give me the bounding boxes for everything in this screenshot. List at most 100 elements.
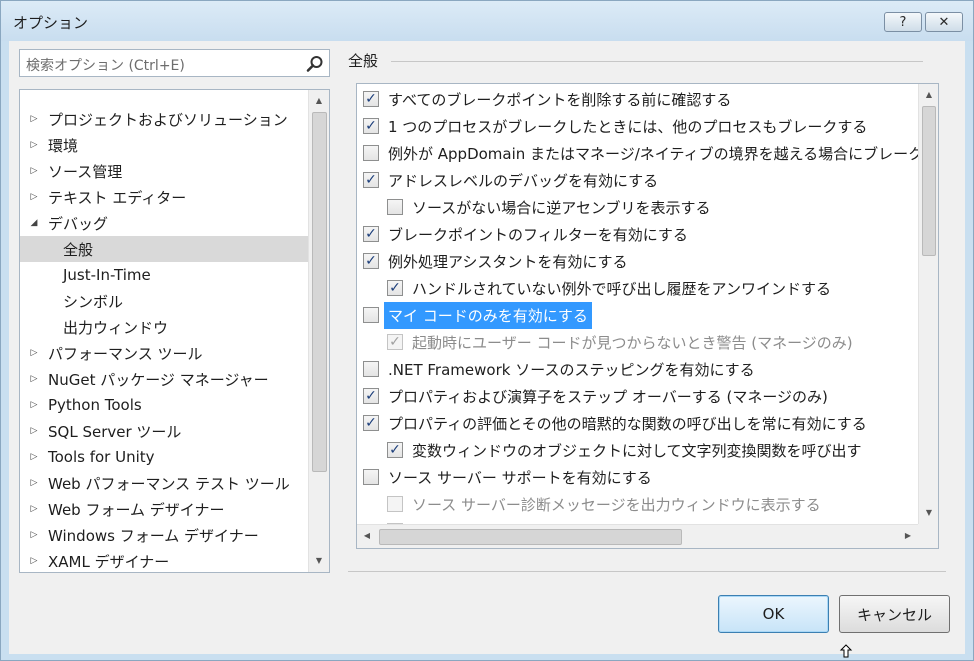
option-label[interactable]: マイ コードのみを有効にする — [384, 301, 592, 329]
collapsed-arrow-icon[interactable]: ▷ — [28, 166, 40, 176]
option-row[interactable]: 例外が AppDomain またはマネージ/ネイティブの境界を越える場合にブレー… — [363, 140, 923, 166]
option-row[interactable]: 例外処理アシスタントを有効にする — [363, 248, 628, 274]
option-label[interactable]: ブレークポイントのフィルターを有効にする — [388, 224, 688, 245]
option-label[interactable]: .NET Framework ソースのステッピングを有効にする — [388, 359, 755, 380]
option-checkbox[interactable] — [363, 307, 379, 323]
option-label[interactable]: ソース サーバー サポートを有効にする — [388, 467, 652, 488]
scroll-right-icon[interactable]: ▶ — [900, 531, 916, 540]
option-checkbox[interactable] — [363, 361, 379, 377]
tree-item[interactable]: ▷ Windows フォーム デザイナー — [20, 522, 315, 548]
option-checkbox[interactable] — [387, 199, 403, 215]
option-checkbox[interactable] — [363, 253, 379, 269]
option-label[interactable]: 例外が AppDomain またはマネージ/ネイティブの境界を越える場合にブレー… — [388, 143, 923, 164]
tree-item[interactable]: ▷ Web パフォーマンス テスト ツール — [20, 470, 315, 496]
list-vscroll-thumb[interactable] — [922, 106, 936, 256]
tree-item[interactable]: ▷ 環境 — [20, 132, 315, 158]
option-label[interactable]: プロパティの評価とその他の暗黙的な関数の呼び出しを常に有効にする — [388, 413, 867, 434]
scroll-up-icon[interactable]: ▲ — [311, 96, 327, 105]
tree-item[interactable]: 全般 — [20, 236, 329, 262]
collapsed-arrow-icon[interactable]: ▷ — [28, 478, 40, 488]
tree-item[interactable]: ▷ XAML デザイナー — [20, 548, 315, 572]
option-row[interactable]: ソース サーバー診断メッセージを出力ウィンドウに表示する — [387, 491, 821, 517]
expanded-arrow-icon[interactable]: ◢ — [28, 218, 40, 228]
list-horizontal-scrollbar[interactable]: ◀ ▶ — [357, 524, 918, 548]
tree-scroll-thumb[interactable] — [312, 112, 327, 472]
option-checkbox[interactable] — [363, 91, 379, 107]
option-checkbox[interactable] — [363, 172, 379, 188]
option-label[interactable]: すべてのブレークポイントを削除する前に確認する — [388, 89, 731, 110]
section-divider — [391, 61, 923, 62]
tree-item[interactable]: ▷ SQL Server ツール — [20, 418, 315, 444]
option-row[interactable]: ハンドルされていない例外で呼び出し履歴をアンワインドする — [387, 275, 831, 301]
option-checkbox[interactable] — [363, 388, 379, 404]
tree-item[interactable]: ▷ プロジェクトおよびソリューション — [20, 106, 315, 132]
option-row[interactable]: 変数ウィンドウのオブジェクトに対して文字列変換関数を呼び出す — [387, 437, 862, 463]
option-row[interactable]: 1 つのプロセスがブレークしたときには、他のプロセスもブレークする — [363, 113, 867, 139]
collapsed-arrow-icon[interactable]: ▷ — [28, 556, 40, 566]
tree-item[interactable]: ◢ デバッグ — [20, 210, 315, 236]
tree-item-label: プロジェクトおよびソリューション — [48, 110, 288, 129]
tree-item[interactable]: シンボル — [20, 288, 329, 314]
list-hscroll-thumb[interactable] — [379, 529, 682, 545]
collapsed-arrow-icon[interactable]: ▷ — [28, 530, 40, 540]
option-row[interactable]: ソースがない場合に逆アセンブリを表示する — [387, 194, 711, 220]
option-row[interactable]: ソース サーバー サポートを有効にする — [363, 464, 652, 490]
close-button[interactable]: ✕ — [925, 12, 963, 32]
tree-item-label: Windows フォーム デザイナー — [48, 526, 259, 545]
scroll-down-icon[interactable]: ▼ — [921, 508, 937, 517]
option-row[interactable]: すべてのブレークポイントを削除する前に確認する — [363, 86, 731, 112]
collapsed-arrow-icon[interactable]: ▷ — [28, 348, 40, 358]
tree-item[interactable]: ▷ テキスト エディター — [20, 184, 315, 210]
collapsed-arrow-icon[interactable]: ▷ — [28, 140, 40, 150]
option-label[interactable]: プロパティおよび演算子をステップ オーバーする (マネージのみ) — [388, 386, 828, 407]
tree-item[interactable]: ▷ Tools for Unity — [20, 444, 315, 470]
option-row[interactable]: .NET Framework ソースのステッピングを有効にする — [363, 356, 755, 382]
tree-item[interactable]: Just-In-Time — [20, 262, 329, 288]
scroll-left-icon[interactable]: ◀ — [359, 531, 375, 540]
tree-item[interactable]: ▷ ソース管理 — [20, 158, 315, 184]
option-label[interactable]: 例外処理アシスタントを有効にする — [388, 251, 628, 272]
option-label[interactable]: 1 つのプロセスがブレークしたときには、他のプロセスもブレークする — [388, 116, 867, 137]
option-row[interactable]: 起動時にユーザー コードが見つからないとき警告 (マネージのみ) — [387, 329, 853, 355]
scroll-down-icon[interactable]: ▼ — [311, 556, 327, 565]
list-vertical-scrollbar[interactable]: ▲ ▼ — [918, 84, 938, 524]
collapsed-arrow-icon[interactable]: ▷ — [28, 452, 40, 462]
option-checkbox[interactable] — [363, 118, 379, 134]
tree-item[interactable]: ▷ パフォーマンス ツール — [20, 340, 315, 366]
collapsed-arrow-icon[interactable]: ▷ — [28, 192, 40, 202]
option-checkbox[interactable] — [363, 469, 379, 485]
tree-item[interactable]: 出力ウィンドウ — [20, 314, 329, 340]
option-row[interactable]: ブレークポイントのフィルターを有効にする — [363, 221, 688, 247]
close-icon: ✕ — [938, 14, 950, 30]
collapsed-arrow-icon[interactable]: ▷ — [28, 114, 40, 124]
collapsed-arrow-icon[interactable]: ▷ — [28, 400, 40, 410]
option-label[interactable]: 変数ウィンドウのオブジェクトに対して文字列変換関数を呼び出す — [412, 440, 862, 461]
tree-item[interactable]: ▷ Python Tools — [20, 392, 315, 418]
search-icon[interactable] — [305, 54, 325, 74]
collapsed-arrow-icon[interactable]: ▷ — [28, 426, 40, 436]
ok-button[interactable]: OK — [718, 595, 829, 633]
option-row[interactable]: プロパティおよび演算子をステップ オーバーする (マネージのみ) — [363, 383, 828, 409]
option-label[interactable]: ソースがない場合に逆アセンブリを表示する — [412, 197, 711, 218]
option-row[interactable]: プロパティの評価とその他の暗黙的な関数の呼び出しを常に有効にする — [363, 410, 867, 436]
tree-item[interactable]: ▷ NuGet パッケージ マネージャー — [20, 366, 315, 392]
scroll-up-icon[interactable]: ▲ — [921, 90, 937, 99]
option-row[interactable]: マイ コードのみを有効にする — [363, 301, 592, 329]
title-bar[interactable]: オプション ? ✕ — [1, 1, 973, 41]
option-label[interactable]: ハンドルされていない例外で呼び出し履歴をアンワインドする — [412, 278, 831, 299]
collapsed-arrow-icon[interactable]: ▷ — [28, 504, 40, 514]
help-button[interactable]: ? — [884, 12, 922, 32]
option-checkbox[interactable] — [387, 442, 403, 458]
tree-item[interactable]: ▷ Web フォーム デザイナー — [20, 496, 315, 522]
option-row[interactable]: アドレスレベルのデバッグを有効にする — [363, 167, 658, 193]
search-input[interactable]: 検索オプション (Ctrl+E) — [19, 49, 330, 77]
option-label[interactable]: アドレスレベルのデバッグを有効にする — [388, 170, 658, 191]
tree-scrollbar[interactable]: ▲ ▼ — [308, 90, 329, 572]
option-checkbox[interactable] — [363, 145, 379, 161]
option-checkbox[interactable] — [387, 280, 403, 296]
cancel-button[interactable]: キャンセル — [839, 595, 950, 633]
collapsed-arrow-icon[interactable]: ▷ — [28, 374, 40, 384]
option-checkbox[interactable] — [363, 415, 379, 431]
search-placeholder: 検索オプション (Ctrl+E) — [26, 58, 185, 74]
option-checkbox[interactable] — [363, 226, 379, 242]
